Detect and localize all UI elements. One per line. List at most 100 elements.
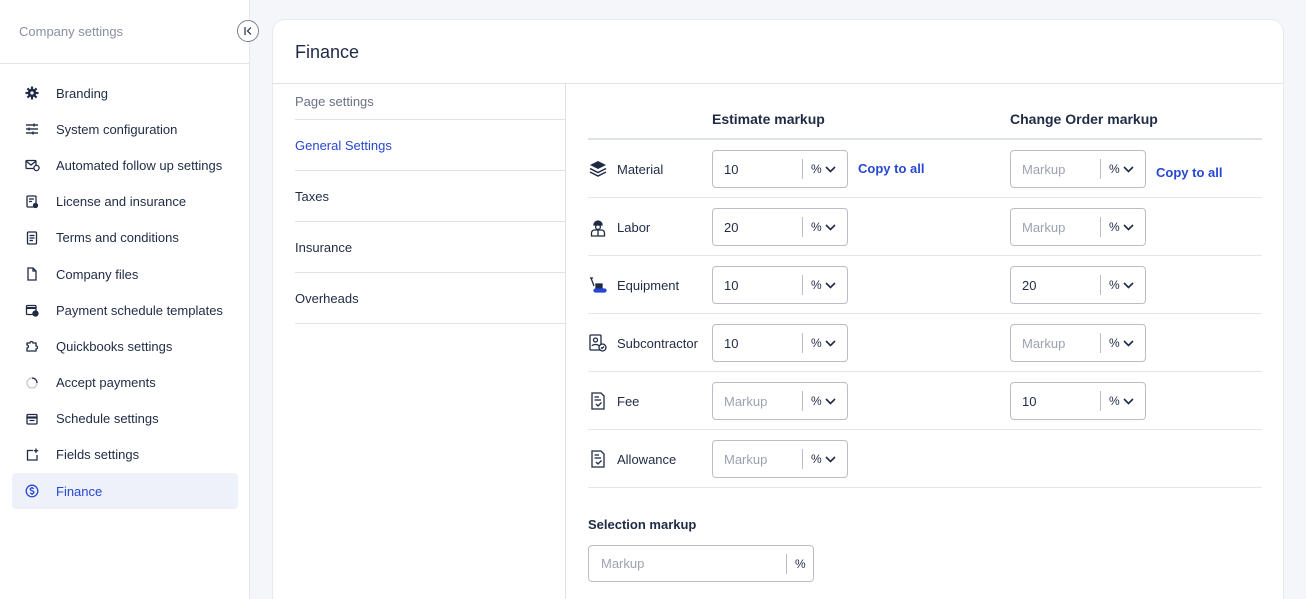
unit-select[interactable]: % — [1101, 220, 1120, 234]
selection-markup-title: Selection markup — [588, 517, 697, 532]
copy-to-all-estimate-link[interactable]: Copy to all — [858, 161, 924, 176]
column-divider — [565, 84, 566, 599]
material-change-order-input[interactable]: Markup — [1011, 162, 1100, 177]
chevron-down-icon[interactable] — [1119, 339, 1137, 347]
unit-select[interactable]: % — [803, 394, 822, 408]
sidebar-item-payment-schedule-templates[interactable]: Payment schedule templates — [12, 292, 238, 328]
material-estimate-input[interactable]: 10 — [713, 162, 802, 177]
receipt-check-icon — [588, 449, 608, 469]
equipment-change-order-input[interactable]: 20 — [1011, 278, 1100, 293]
selection-markup-value[interactable]: Markup — [589, 556, 786, 571]
unit-select[interactable]: % — [1101, 394, 1120, 408]
material-estimate-field[interactable]: 10% — [712, 150, 848, 188]
chevron-down-icon[interactable] — [821, 281, 839, 289]
sidebar-item-terms-and-conditions[interactable]: Terms and conditions — [12, 220, 238, 256]
subcontractor-change-order-input[interactable]: Markup — [1011, 336, 1100, 351]
sidebar-item-label: Finance — [56, 483, 103, 499]
sidebar-item-label: Quickbooks settings — [56, 338, 173, 354]
worker-icon — [588, 217, 608, 237]
unit-select[interactable]: % — [803, 162, 822, 176]
sidebar-list: Branding System configuration Automated fo… — [0, 64, 249, 510]
chevron-down-icon[interactable] — [821, 397, 839, 405]
equipment-estimate-field[interactable]: 10% — [712, 266, 848, 304]
markup-row-material: Material 10% Markup% Copy to all Copy to all — [588, 140, 1262, 198]
fee-change-order-input[interactable]: 10 — [1011, 394, 1100, 409]
unit-select[interactable]: % — [803, 336, 822, 350]
row-label-text: Material — [617, 161, 664, 177]
sliders-icon — [24, 121, 40, 137]
material-change-order-field[interactable]: Markup% — [1010, 150, 1146, 188]
copy-to-all-change-order-link[interactable]: Copy to all — [1156, 165, 1222, 180]
subcontractor-change-order-field[interactable]: Markup% — [1010, 324, 1146, 362]
gear-icon — [24, 85, 40, 101]
subcontractor-estimate-field[interactable]: 10% — [712, 324, 848, 362]
chevron-down-icon[interactable] — [1119, 281, 1137, 289]
sidebar: Company settings Branding System configur… — [0, 0, 250, 599]
excavator-icon — [588, 275, 608, 295]
field-add-icon — [24, 447, 40, 463]
file-icon — [24, 266, 40, 282]
subnav-item-taxes[interactable]: Taxes — [295, 171, 565, 222]
unit-select[interactable]: % — [1101, 278, 1120, 292]
chevron-down-icon[interactable] — [1119, 165, 1137, 173]
sidebar-item-schedule-settings[interactable]: Schedule settings — [12, 401, 238, 437]
labor-change-order-input[interactable]: Markup — [1011, 220, 1100, 235]
unit-select[interactable]: % — [1101, 336, 1120, 350]
chevron-down-icon[interactable] — [1119, 397, 1137, 405]
markup-row-fee: Fee Markup% 10% — [588, 372, 1262, 430]
chevron-down-icon[interactable] — [821, 165, 839, 173]
markup-row-labor: Labor 20% Markup% — [588, 198, 1262, 256]
unit-select[interactable]: % — [803, 452, 822, 466]
labor-estimate-input[interactable]: 20 — [713, 220, 802, 235]
allowance-estimate-field[interactable]: Markup% — [712, 440, 848, 478]
sidebar-item-license-and-insurance[interactable]: License and insurance — [12, 184, 238, 220]
fee-estimate-field[interactable]: Markup% — [712, 382, 848, 420]
labor-change-order-field[interactable]: Markup% — [1010, 208, 1146, 246]
subcontractor-estimate-input[interactable]: 10 — [713, 336, 802, 351]
fee-change-order-field[interactable]: 10% — [1010, 382, 1146, 420]
sidebar-item-company-files[interactable]: Company files — [12, 256, 238, 292]
subcontractor-icon — [588, 333, 608, 353]
unit-select[interactable]: % — [803, 278, 822, 292]
estimate-markup-header: Estimate markup — [712, 111, 825, 127]
sidebar-item-label: Fields settings — [56, 447, 140, 463]
chevron-down-icon[interactable] — [1119, 223, 1137, 231]
chevron-down-icon[interactable] — [821, 339, 839, 347]
finance-card: Finance Page settings General Settings Ta… — [273, 20, 1283, 599]
layers-icon — [588, 159, 608, 179]
sidebar-item-accept-payments[interactable]: Accept payments — [12, 365, 238, 401]
collapse-sidebar-button[interactable] — [237, 20, 259, 42]
selection-markup-input[interactable]: Markup % — [588, 545, 814, 582]
row-label-text: Equipment — [617, 277, 680, 293]
sidebar-item-quickbooks-settings[interactable]: Quickbooks settings — [12, 328, 238, 364]
page-settings-nav: Page settings General Settings Taxes Insur… — [295, 84, 565, 324]
sidebar-item-fields-settings[interactable]: Fields settings — [12, 437, 238, 473]
spinner-icon — [24, 375, 40, 391]
sidebar-item-label: License and insurance — [56, 194, 187, 210]
dollar-circle-icon — [24, 483, 40, 499]
document-lines-icon — [24, 230, 40, 246]
subnav-heading: Page settings — [295, 84, 565, 120]
allowance-estimate-input[interactable]: Markup — [713, 452, 802, 467]
sidebar-item-label: Schedule settings — [56, 411, 159, 427]
subnav-item-general-settings[interactable]: General Settings — [295, 120, 565, 171]
labor-estimate-field[interactable]: 20% — [712, 208, 848, 246]
sidebar-item-label: System configuration — [56, 121, 178, 137]
equipment-change-order-field[interactable]: 20% — [1010, 266, 1146, 304]
row-label: Equipment — [588, 256, 679, 314]
sidebar-item-branding[interactable]: Branding — [12, 75, 238, 111]
fee-estimate-input[interactable]: Markup — [713, 394, 802, 409]
certificate-icon — [24, 194, 40, 210]
sidebar-item-automated-follow-up-settings[interactable]: Automated follow up settings — [12, 147, 238, 183]
chevron-down-icon[interactable] — [821, 455, 839, 463]
unit-select[interactable]: % — [1101, 162, 1120, 176]
sidebar-item-system-configuration[interactable]: System configuration — [12, 111, 238, 147]
equipment-estimate-input[interactable]: 10 — [713, 278, 802, 293]
sidebar-item-finance[interactable]: Finance — [12, 473, 238, 510]
subnav-item-overheads[interactable]: Overheads — [295, 273, 565, 324]
row-label-text: Allowance — [617, 451, 677, 467]
unit-select[interactable]: % — [803, 220, 822, 234]
markup-row-subcontractor: Subcontractor 10% Markup% — [588, 314, 1262, 372]
chevron-down-icon[interactable] — [821, 223, 839, 231]
subnav-item-insurance[interactable]: Insurance — [295, 222, 565, 273]
